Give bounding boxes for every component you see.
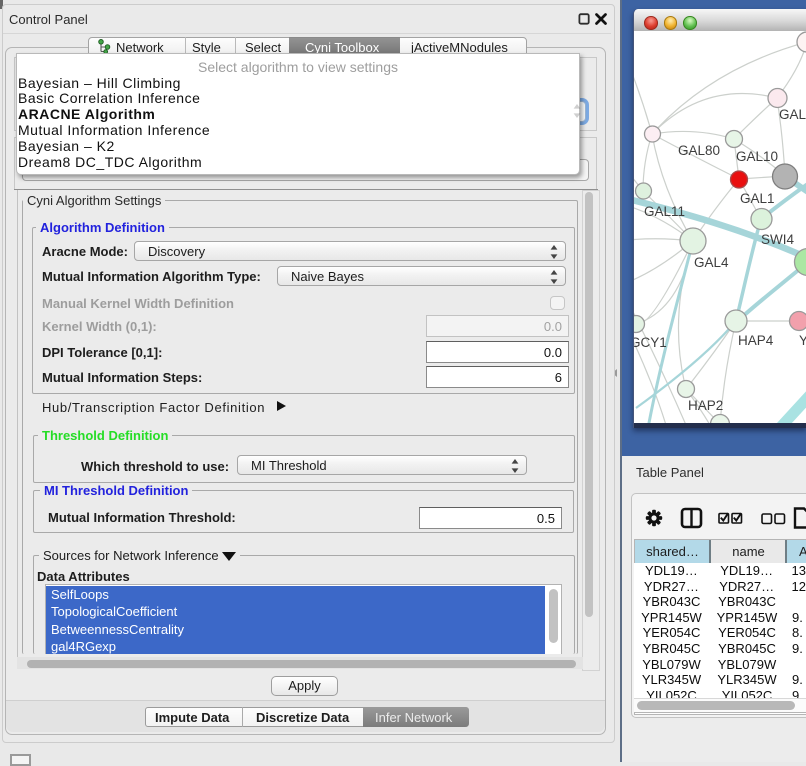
- svg-text:GAL4: GAL4: [694, 255, 729, 270]
- svg-text:GAL10: GAL10: [736, 149, 778, 164]
- svg-text:GAL11: GAL11: [644, 204, 685, 219]
- svg-text:GAL1: GAL1: [740, 191, 775, 206]
- svg-text:GAL: GAL: [779, 107, 806, 122]
- svg-text:HAP4: HAP4: [738, 333, 774, 348]
- svg-text:GCY1: GCY1: [634, 335, 667, 350]
- svg-text:SWI4: SWI4: [761, 232, 794, 247]
- svg-text:Y: Y: [799, 333, 806, 348]
- svg-text:HAP2: HAP2: [688, 398, 723, 413]
- svg-text:GAL80: GAL80: [678, 143, 720, 158]
